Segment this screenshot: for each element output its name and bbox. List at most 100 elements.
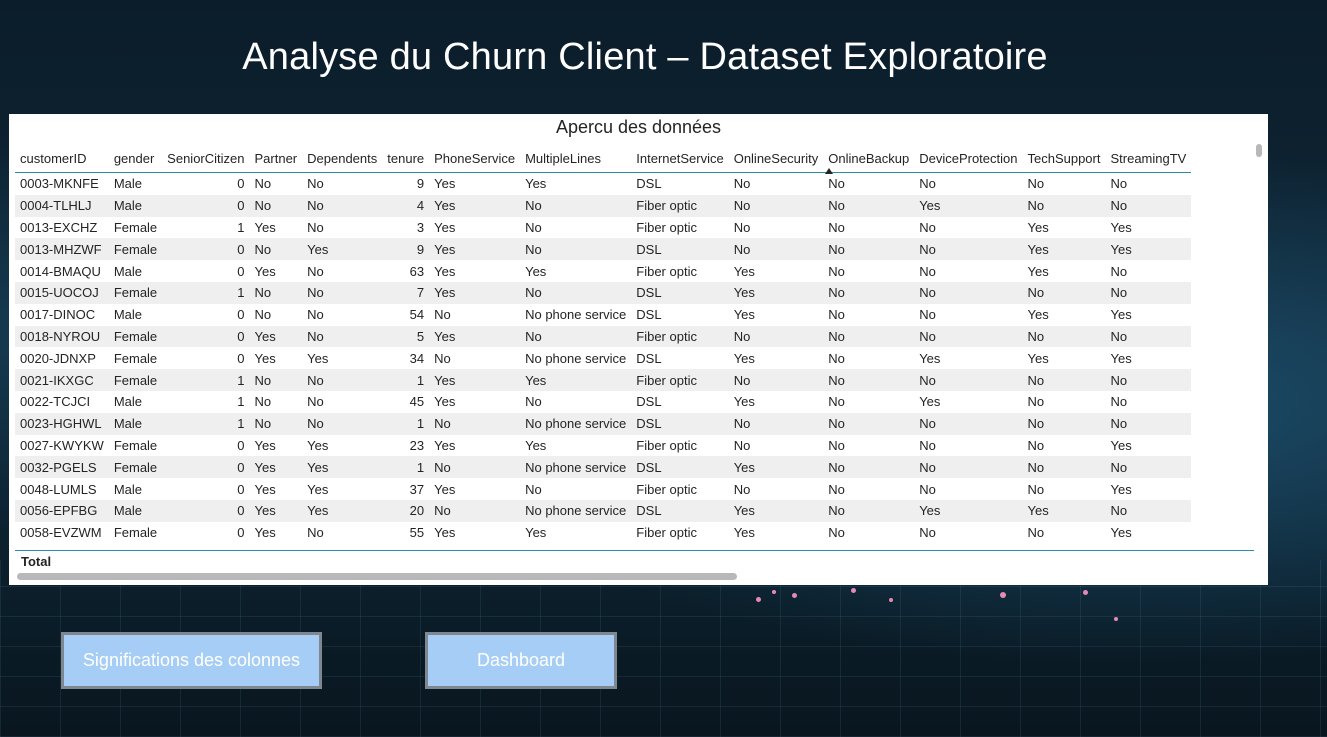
table-cell: 0048-LUMLS bbox=[20, 481, 97, 497]
table-cell: Yes bbox=[1105, 238, 1192, 261]
table-cell: 3 bbox=[416, 219, 425, 235]
table-cell: Yes bbox=[733, 394, 755, 410]
table-cell: No bbox=[1022, 325, 1106, 348]
column-header[interactable]: tenure bbox=[382, 144, 430, 173]
table-cell: No bbox=[429, 499, 521, 522]
table-cell: Yes bbox=[307, 350, 329, 366]
table-row[interactable]: 0048-LUMLS Male 0 Yes Yes 37 Yes No Fiber optic N… bbox=[15, 478, 1191, 500]
table-cell: Yes bbox=[1110, 350, 1132, 366]
table-cell: No bbox=[434, 307, 451, 323]
table-cell: No phone service bbox=[520, 412, 632, 435]
table-cell: Yes bbox=[1110, 307, 1132, 323]
table-row[interactable]: 0014-BMAQU Male 0 Yes No 63 Yes Yes Fiber optic Y… bbox=[15, 260, 1191, 282]
table-cell: No bbox=[1027, 525, 1045, 541]
table-cell: Yes bbox=[1110, 481, 1132, 497]
table-cell: Yes bbox=[302, 238, 383, 261]
table-cell: 0020-JDNXP bbox=[20, 350, 96, 366]
table-row[interactable]: 0013-EXCHZ Female 1 Yes No 3 Yes No Fiber optic N… bbox=[15, 217, 1191, 239]
column-header[interactable]: TechSupport bbox=[1022, 144, 1106, 173]
column-header[interactable]: MultipleLines bbox=[520, 144, 632, 173]
table-cell: DSL bbox=[631, 238, 729, 261]
table-cell: No bbox=[1027, 437, 1045, 453]
table-cell: Yes bbox=[434, 437, 456, 453]
table-row[interactable]: 0020-JDNXP Female 0 Yes Yes 34 No No phone serv… bbox=[15, 347, 1191, 369]
table-cell: No bbox=[525, 219, 542, 235]
columns-meaning-button[interactable]: Significations des colonnes bbox=[61, 632, 322, 689]
table-cell: No bbox=[302, 412, 383, 435]
table-row[interactable]: 0018-NYROU Female 0 Yes No 5 Yes No Fiber optic N… bbox=[15, 325, 1192, 348]
table-row[interactable]: 0013-MHZWF Female 0 No Yes 9 Yes No DSL No No No Yes… bbox=[15, 238, 1192, 261]
column-header[interactable]: OnlineSecurity bbox=[728, 144, 824, 173]
table-cell: No bbox=[733, 176, 751, 192]
table-cell: 0 bbox=[237, 307, 245, 323]
column-header[interactable]: DeviceProtection bbox=[914, 144, 1023, 173]
table-cell: Yes bbox=[249, 325, 303, 348]
table-row[interactable]: 0015-UOCOJ Female 1 No No 7 Yes No DSL Yes No No No N… bbox=[15, 281, 1192, 304]
column-header[interactable]: OnlineBackup bbox=[823, 144, 915, 174]
table-row[interactable]: 0058-EVZWM Female 0 Yes No 55 Yes Yes Fiber opti… bbox=[15, 522, 1191, 544]
table-cell: No bbox=[1105, 412, 1192, 435]
table-cell: No bbox=[828, 437, 845, 453]
table-cell: Yes bbox=[1027, 307, 1049, 323]
column-header[interactable]: Partner bbox=[249, 144, 303, 173]
table-cell: No bbox=[919, 263, 936, 279]
table-cell: No bbox=[302, 194, 383, 217]
table-cell: 0 bbox=[162, 238, 250, 261]
table-cell: Fiber optic bbox=[631, 369, 729, 391]
decor-dot bbox=[772, 590, 776, 594]
table-row[interactable]: 0027-KWYKW Female 0 Yes Yes 23 Yes Yes Fiber opt… bbox=[15, 435, 1191, 457]
table-cell: Yes bbox=[249, 499, 303, 522]
column-header[interactable]: Dependents bbox=[302, 144, 383, 173]
table-cell: No bbox=[919, 525, 936, 541]
table-cell: 37 bbox=[409, 481, 425, 497]
table-cell: Fiber optic bbox=[636, 263, 697, 279]
table-row[interactable]: 0023-HGHWL Male 1 No No 1 No No phone service DS… bbox=[15, 412, 1192, 435]
table-cell: No bbox=[1022, 412, 1106, 435]
table-cell: 1 bbox=[162, 369, 250, 391]
table-cell: Yes bbox=[1110, 437, 1132, 453]
column-header[interactable]: SeniorCitizen bbox=[162, 144, 250, 173]
table-cell: Yes bbox=[434, 176, 456, 192]
table-cell: Yes bbox=[434, 394, 456, 410]
column-header[interactable]: gender bbox=[108, 144, 163, 173]
data-table-scroll-area[interactable]: customerID gender SeniorCitizen Partner Depe… bbox=[15, 144, 1254, 551]
decor-dot bbox=[851, 588, 856, 593]
table-row[interactable]: 0003-MKNFE Male 0 No No 9 Yes Yes DSL No No No No No bbox=[15, 173, 1191, 195]
table-header-row: customerID gender SeniorCitizen Partner Depe… bbox=[15, 144, 1192, 174]
table-cell: DSL bbox=[631, 412, 729, 435]
table-row[interactable]: 0017-DINOC Male 0 No No 54 No No phone service D… bbox=[15, 304, 1191, 326]
table-cell: 0 bbox=[162, 456, 250, 479]
table-cell: No bbox=[1027, 481, 1045, 497]
column-header[interactable]: StreamingTV bbox=[1105, 144, 1192, 173]
table-cell: No bbox=[1110, 263, 1128, 279]
table-row[interactable]: 0056-EPFBG Male 0 Yes Yes 20 No No phone servic… bbox=[15, 499, 1192, 522]
table-cell: Yes bbox=[728, 281, 824, 304]
table-cell: No bbox=[525, 394, 542, 410]
table-cell: Female bbox=[113, 219, 158, 235]
table-row[interactable]: 0022-TCJCI Male 1 No No 45 Yes No DSL Yes No Yes No N… bbox=[15, 391, 1191, 413]
table-cell: No bbox=[302, 369, 383, 391]
vertical-scrollbar[interactable] bbox=[1256, 144, 1262, 157]
table-cell: DSL bbox=[636, 394, 662, 410]
table-cell: No bbox=[520, 281, 632, 304]
table-cell: Male bbox=[108, 499, 163, 522]
table-cell: No bbox=[919, 437, 936, 453]
table-row[interactable]: 0032-PGELS Female 0 Yes Yes 1 No No phone servi… bbox=[15, 456, 1192, 479]
table-cell: Yes bbox=[307, 481, 329, 497]
column-header[interactable]: customerID bbox=[15, 144, 109, 173]
table-cell: No phone service bbox=[525, 307, 627, 323]
table-row[interactable]: 0004-TLHLJ Male 0 No No 4 Yes No Fiber optic No No… bbox=[15, 194, 1192, 217]
column-header[interactable]: InternetService bbox=[631, 144, 729, 173]
dashboard-button[interactable]: Dashboard bbox=[425, 632, 617, 689]
table-row[interactable]: 0021-IKXGC Female 1 No No 1 Yes Yes Fiber optic N… bbox=[15, 369, 1192, 391]
table-cell: Fiber optic bbox=[636, 525, 697, 541]
table-cell: No bbox=[828, 263, 845, 279]
table-cell: 0 bbox=[162, 325, 250, 348]
horizontal-scrollbar[interactable] bbox=[17, 573, 737, 580]
table-cell: No bbox=[1027, 394, 1045, 410]
decor-dot bbox=[889, 598, 893, 602]
table-cell: 0 bbox=[237, 437, 245, 453]
table-cell: Yes bbox=[520, 369, 632, 391]
table-cell: 1 bbox=[382, 456, 430, 479]
column-header[interactable]: PhoneService bbox=[429, 144, 521, 173]
